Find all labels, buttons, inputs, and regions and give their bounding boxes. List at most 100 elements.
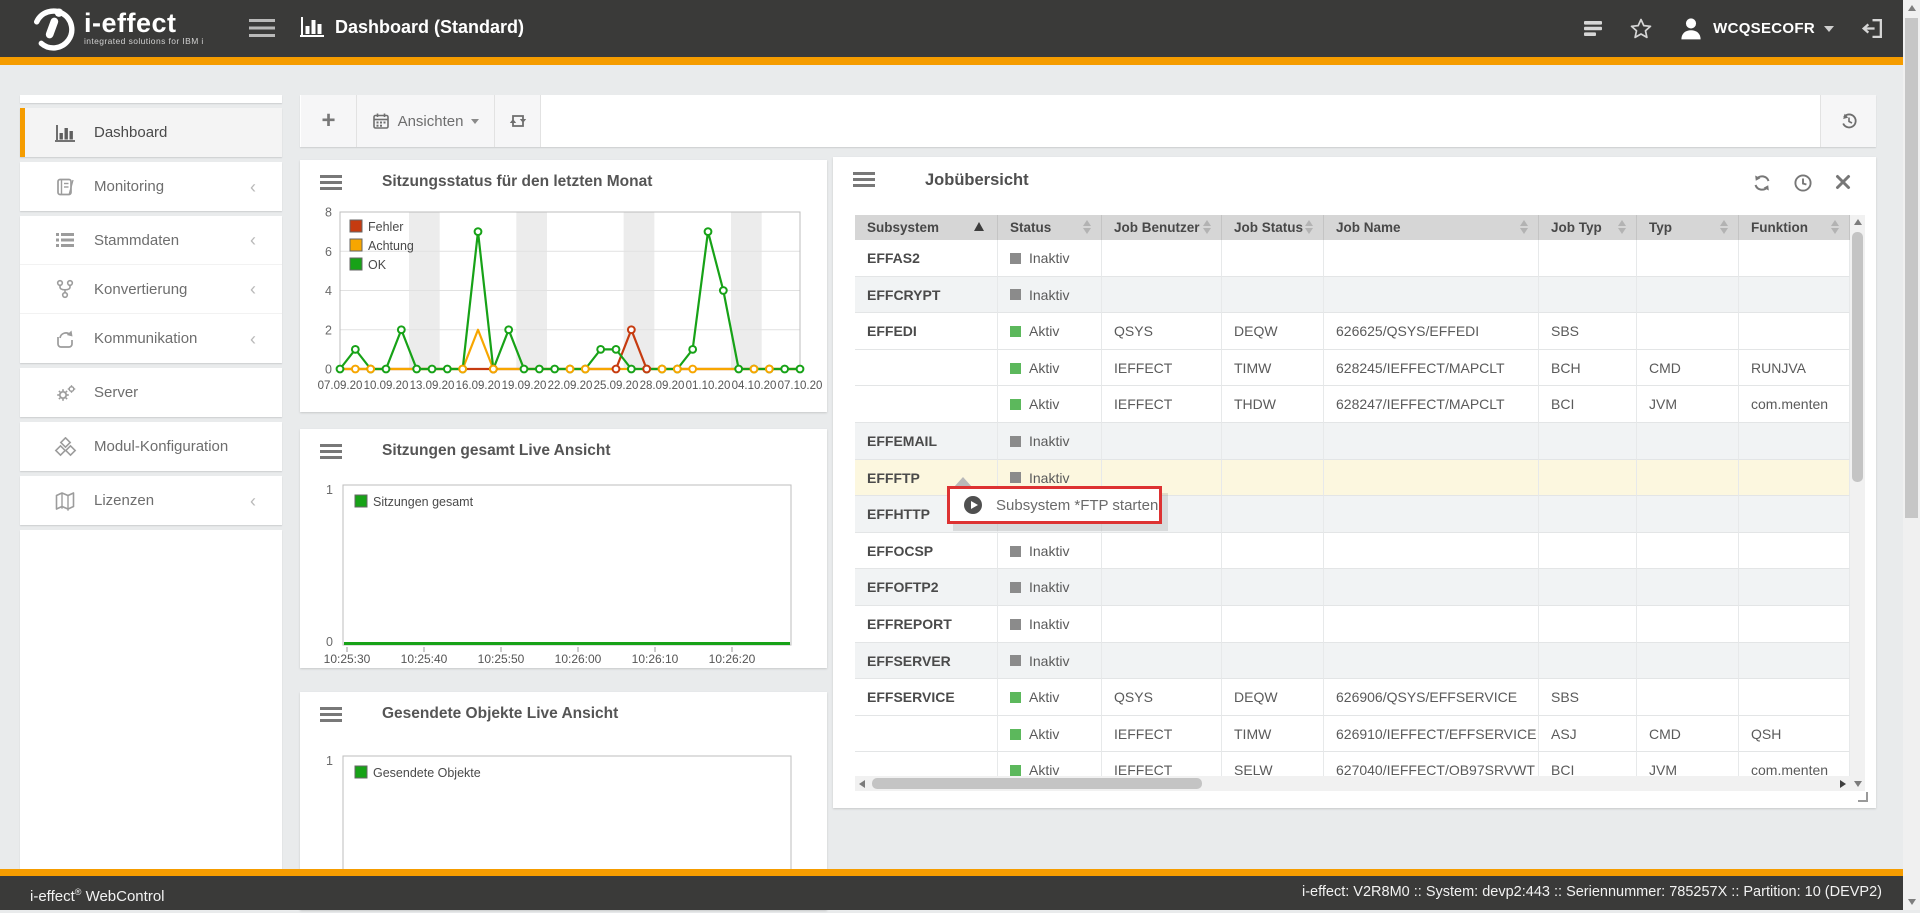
column-header-funktion[interactable]: Funktion	[1739, 215, 1850, 240]
scroll-left-arrow[interactable]	[855, 776, 870, 791]
panel-drag-handle-icon[interactable]	[320, 175, 342, 190]
scroll-up-arrow[interactable]	[1850, 215, 1865, 230]
horizontal-scroll-thumb[interactable]	[872, 778, 1202, 789]
panel-title: Sitzungen gesamt Live Ansicht	[382, 442, 611, 460]
sidebar-item-label: Server	[94, 384, 138, 401]
status-square-icon	[1010, 765, 1021, 776]
cell-funktion	[1739, 277, 1850, 314]
user-name: WCQSECOFR	[1713, 20, 1815, 37]
table-row-effservice[interactable]: EFFSERVICEAktivQSYSDEQW626906/QSYS/EFFSE…	[855, 679, 1850, 716]
cell-job-typ: BCI	[1539, 386, 1637, 423]
page-scroll-thumb[interactable]	[1905, 18, 1918, 518]
sidebar-item-monitoring[interactable]: Monitoring‹	[20, 162, 282, 211]
cell-job-status	[1222, 643, 1324, 680]
cell-status: Inaktiv	[998, 643, 1102, 680]
cell-job-name	[1324, 240, 1539, 277]
table-row-effas2[interactable]: EFFAS2Inaktiv	[855, 240, 1850, 277]
status-square-icon	[1010, 289, 1021, 300]
sidebar-item-server[interactable]: Server	[20, 368, 282, 417]
cell-funktion	[1739, 496, 1850, 533]
cell-subsystem: EFFEMAIL	[855, 423, 998, 460]
column-header-job-benutzer[interactable]: Job Benutzer	[1102, 215, 1222, 240]
table-row[interactable]: AktivIEFFECTTIMW628245/IEFFECT/MAPCLTBCH…	[855, 350, 1850, 387]
reload-widgets-button[interactable]	[494, 95, 540, 147]
page-scroll-up-arrow[interactable]	[1903, 0, 1920, 17]
cell-job-status	[1222, 277, 1324, 314]
chevron-down-icon	[1824, 26, 1834, 32]
sidebar-section: Stammdaten‹Konvertierung‹Kommunikation‹	[20, 216, 282, 363]
status-square-icon	[1010, 546, 1021, 557]
history-button[interactable]	[1820, 95, 1876, 147]
column-header-job-typ[interactable]: Job Typ	[1539, 215, 1637, 240]
cell-job-typ: BCI	[1539, 752, 1637, 776]
footer-brand: i-effect® WebControl	[30, 876, 165, 913]
add-widget-button[interactable]: +	[301, 95, 356, 147]
cell-job-name: 626910/IEFFECT/EFFSERVICE	[1324, 716, 1539, 753]
sort-icon	[1305, 220, 1313, 234]
svg-text:10:26:20: 10:26:20	[709, 652, 756, 666]
svg-text:4: 4	[325, 284, 332, 298]
table-row[interactable]: AktivIEFFECTTIMW626910/IEFFECT/EFFSERVIC…	[855, 716, 1850, 753]
page-scroll-down-arrow[interactable]	[1903, 893, 1920, 910]
column-header-status[interactable]: Status	[998, 215, 1102, 240]
vertical-scroll-thumb[interactable]	[1852, 232, 1863, 482]
share-icon	[54, 329, 78, 349]
table-row[interactable]: AktivIEFFECTTHDW628247/IEFFECT/MAPCLTBCI…	[855, 386, 1850, 423]
sidebar-item-konvertierung[interactable]: Konvertierung‹	[20, 265, 282, 314]
cell-job-status	[1222, 460, 1324, 497]
cell-status: Aktiv	[998, 716, 1102, 753]
table-row-effoftp2[interactable]: EFFOFTP2Inaktiv	[855, 569, 1850, 606]
cell-typ	[1637, 423, 1739, 460]
sidebar-item-kommunikation[interactable]: Kommunikation‹	[20, 314, 282, 363]
table-row-effreport[interactable]: EFFREPORTInaktiv	[855, 606, 1850, 643]
column-header-subsystem[interactable]: Subsystem	[855, 215, 998, 240]
favorites-button[interactable]	[1630, 18, 1652, 39]
cell-funktion: com.menten	[1739, 752, 1850, 776]
scroll-right-arrow[interactable]	[1835, 776, 1850, 791]
sidebar-filler	[20, 95, 282, 103]
table-row-effocsp[interactable]: EFFOCSPInaktiv	[855, 533, 1850, 570]
table-row-effedi[interactable]: EFFEDIAktivQSYSDEQW626625/QSYS/EFFEDISBS	[855, 313, 1850, 350]
svg-text:10:25:50: 10:25:50	[478, 652, 525, 666]
column-header-job-status[interactable]: Job Status	[1222, 215, 1324, 240]
chevron-left-icon: ‹	[250, 178, 256, 196]
cell-job-status: SELW	[1222, 752, 1324, 776]
column-header-typ[interactable]: Typ	[1637, 215, 1739, 240]
cell-job-name	[1324, 277, 1539, 314]
panel-drag-handle-icon[interactable]	[320, 444, 342, 459]
system-log-button[interactable]	[1582, 18, 1604, 39]
context-menu-item-start-ftp[interactable]: Subsystem *FTP starten	[947, 486, 1162, 524]
logout-button[interactable]	[1860, 16, 1885, 41]
column-label: Typ	[1649, 220, 1672, 235]
ansichten-dropdown[interactable]: Ansichten	[356, 95, 494, 147]
status-square-icon	[1010, 326, 1021, 337]
table-row-effcrypt[interactable]: EFFCRYPTInaktiv	[855, 277, 1850, 314]
cell-typ	[1637, 277, 1739, 314]
sidebar-item-modul-konfiguration[interactable]: Modul-Konfiguration	[20, 422, 282, 471]
table-row-effemail[interactable]: EFFEMAILInaktiv	[855, 423, 1850, 460]
column-header-job-name[interactable]: Job Name	[1324, 215, 1539, 240]
cell-job-name	[1324, 643, 1539, 680]
svg-text:22.09.20: 22.09.20	[548, 380, 593, 392]
table-row-effserver[interactable]: EFFSERVERInaktiv	[855, 643, 1850, 680]
sidebar-item-dashboard[interactable]: Dashboard	[20, 108, 282, 157]
user-menu[interactable]: WCQSECOFR	[1678, 16, 1834, 42]
page-title-wrap: Dashboard (Standard)	[299, 15, 524, 39]
panel-resize-handle[interactable]	[1858, 792, 1868, 802]
sidebar-toggle-button[interactable]	[249, 19, 277, 38]
sidebar-item-label: Kommunikation	[94, 330, 197, 347]
logo[interactable]: i-effect integrated solutions for IBM i	[28, 5, 204, 51]
panel-drag-handle-icon[interactable]	[320, 707, 342, 722]
refresh-button[interactable]	[1752, 173, 1772, 198]
chevron-down-icon	[471, 119, 479, 124]
sidebar-item-stammdaten[interactable]: Stammdaten‹	[20, 216, 282, 265]
close-panel-button[interactable]	[1834, 173, 1852, 198]
chevron-left-icon: ‹	[250, 492, 256, 510]
scroll-down-arrow[interactable]	[1850, 776, 1865, 791]
table-row[interactable]: AktivIEFFECTSELW627040/IEFFECT/OB97SRVWT…	[855, 752, 1850, 776]
cell-funktion: com.menten	[1739, 386, 1850, 423]
interval-button[interactable]	[1793, 173, 1813, 198]
top-navbar: i-effect integrated solutions for IBM i …	[0, 0, 1920, 57]
panel-drag-handle-icon[interactable]	[853, 172, 875, 187]
sidebar-item-lizenzen[interactable]: Lizenzen‹	[20, 476, 282, 525]
